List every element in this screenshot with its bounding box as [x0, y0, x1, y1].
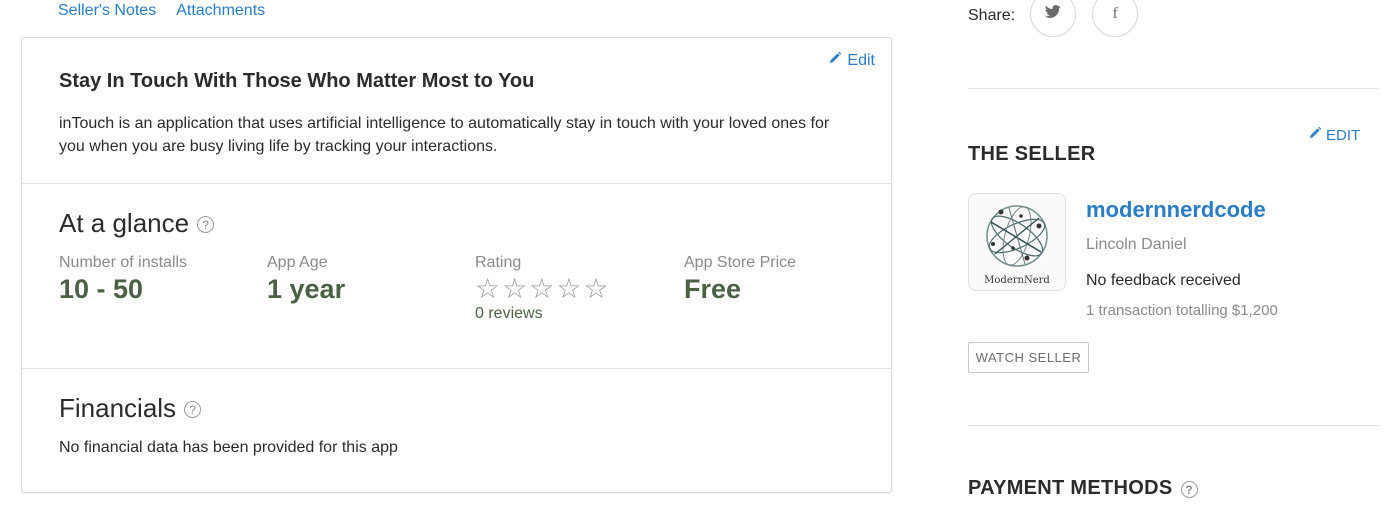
app-tagline: Stay In Touch With Those Who Matter Most…: [59, 70, 535, 92]
about-section: Edit Stay In Touch With Those Who Matter…: [22, 38, 891, 184]
listing-page: Seller's Notes Attachments Edit Stay In …: [0, 0, 1400, 508]
price-stat: App Store Price Free: [684, 254, 796, 305]
price-label: App Store Price: [684, 254, 797, 271]
share-label: Share:: [968, 6, 1016, 24]
rating-stars: ☆ ☆ ☆ ☆ ☆: [475, 275, 609, 303]
seller-avatar[interactable]: ModernNerd: [968, 193, 1066, 291]
seller-edit-label: EDIT: [1326, 126, 1361, 144]
financials-title: Financials: [59, 393, 177, 423]
seller-transactions: 1 transaction totalling $1,200: [1086, 302, 1278, 319]
seller-username-link[interactable]: modernnerdcode: [1086, 197, 1266, 223]
share-bar: Share: f: [968, 0, 1154, 37]
star-icon: ☆: [529, 273, 555, 304]
app-description: inTouch is an application that uses arti…: [59, 115, 830, 155]
installs-value: 10 - 50: [59, 274, 144, 304]
seller-edit-link[interactable]: EDIT: [1308, 126, 1360, 144]
seller-avatar-caption: ModernNerd: [984, 275, 1050, 286]
tab-sellers-notes[interactable]: Seller's Notes: [58, 2, 156, 20]
app-age-stat: App Age 1 year: [267, 254, 345, 305]
reviews-count: 0 reviews: [475, 305, 543, 322]
star-icon: ☆: [475, 273, 501, 304]
pencil-icon: [1308, 126, 1322, 144]
payment-methods-heading: PAYMENT METHODS ?: [968, 477, 1198, 500]
star-icon: ☆: [556, 273, 582, 304]
app-age-value: 1 year: [267, 274, 346, 304]
facebook-share-button[interactable]: f: [1092, 0, 1139, 37]
installs-label: Number of installs: [59, 254, 188, 271]
facebook-icon: f: [1112, 5, 1118, 22]
financials-heading: Financials ?: [59, 393, 202, 424]
seller-feedback: No feedback received: [1086, 272, 1241, 289]
installs-stat: Number of installs 10 - 50: [59, 254, 187, 305]
price-value: Free: [684, 274, 742, 304]
rating-stat: Rating ☆ ☆ ☆ ☆ ☆ 0 reviews: [475, 254, 609, 323]
tab-attachments[interactable]: Attachments: [176, 2, 265, 20]
about-edit-link[interactable]: Edit: [828, 51, 875, 70]
help-icon[interactable]: ?: [197, 216, 215, 233]
twitter-icon: [1045, 5, 1061, 23]
rating-label: Rating: [475, 254, 522, 271]
star-icon: ☆: [583, 273, 609, 304]
app-age-label: App Age: [267, 254, 328, 271]
seller-heading: THE SELLER: [968, 143, 1096, 165]
divider: [968, 88, 1379, 89]
at-a-glance-section: At a glance ? Number of installs 10 - 50…: [22, 184, 891, 369]
help-icon[interactable]: ?: [1180, 481, 1198, 498]
watch-seller-button[interactable]: WATCH SELLER: [968, 342, 1089, 373]
financials-section: Financials ? No financial data has been …: [22, 369, 891, 493]
help-icon[interactable]: ?: [184, 401, 202, 418]
seller-logo-image: [986, 205, 1048, 267]
at-a-glance-title: At a glance: [59, 208, 190, 238]
edit-label: Edit: [847, 51, 875, 69]
listing-card: Edit Stay In Touch With Those Who Matter…: [21, 37, 892, 493]
at-a-glance-heading: At a glance ?: [59, 208, 215, 239]
divider: [968, 425, 1379, 426]
listing-tabs: Seller's Notes Attachments: [58, 2, 265, 20]
twitter-share-button[interactable]: [1030, 0, 1077, 37]
financials-empty-text: No financial data has been provided for …: [59, 439, 398, 456]
pencil-icon: [828, 51, 842, 70]
payment-methods-title: PAYMENT METHODS: [968, 477, 1173, 499]
seller-real-name: Lincoln Daniel: [1086, 236, 1187, 253]
star-icon: ☆: [502, 273, 528, 304]
